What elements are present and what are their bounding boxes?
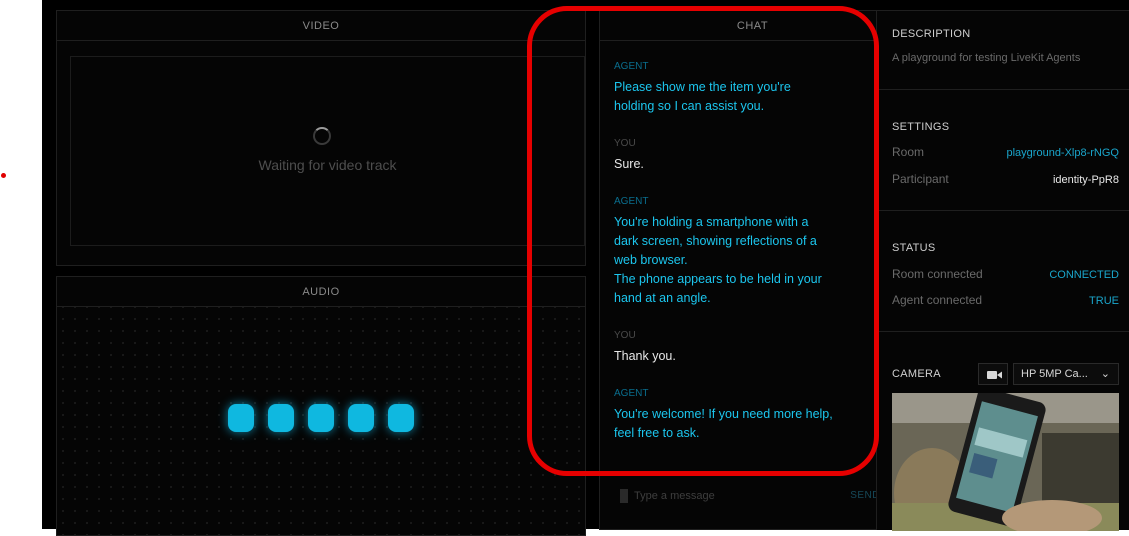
status-section: STATUS Room connected CONNECTED Agent co…	[877, 211, 1129, 332]
chat-message-line: hand at an angle.	[614, 291, 711, 305]
room-value: playground-Xlp8-rNGQ	[1006, 147, 1120, 159]
chat-message-line: holding so I can assist you.	[614, 99, 765, 113]
chat-message-line: You're welcome! If you need more help,	[614, 407, 833, 421]
chat-message-text: You're welcome! If you need more help, fe…	[614, 405, 844, 443]
chat-message-list[interactable]: AGENT Please show me the item you're holdi…	[614, 61, 844, 465]
participant-label: Participant	[892, 172, 949, 186]
chat-panel: CHAT AGENT Please show me the item you're…	[599, 10, 906, 530]
chat-message-text: You're holding a smartphone with a dark s…	[614, 213, 844, 308]
chat-message-sender: AGENT	[614, 61, 649, 72]
chat-message-line: Sure.	[614, 157, 644, 171]
settings-sidebar: DESCRIPTION A playground for testing Liv…	[876, 10, 1129, 531]
chat-message-line: Thank you.	[614, 349, 676, 363]
audio-bar	[308, 404, 334, 432]
audio-bar	[348, 404, 374, 432]
chat-message-line: web browser.	[614, 253, 688, 267]
room-connected-value: CONNECTED	[1049, 269, 1119, 281]
audio-panel: AUDIO	[56, 276, 586, 536]
camera-toggle-button[interactable]	[978, 363, 1008, 385]
chat-message-sender: YOU	[614, 330, 636, 341]
loading-spinner-icon	[313, 127, 331, 145]
chat-message: AGENT You're welcome! If you need more he…	[614, 388, 844, 443]
chat-message-text: Please show me the item you're holding so…	[614, 78, 844, 116]
chat-message-text: Thank you.	[614, 347, 844, 366]
description-section: DESCRIPTION A playground for testing Liv…	[877, 11, 1129, 90]
camera-device-label: HP 5MP Ca...	[1021, 368, 1088, 380]
description-title: DESCRIPTION	[892, 28, 971, 40]
camera-title: CAMERA	[892, 368, 941, 380]
camera-preview-image	[892, 393, 1119, 531]
playground-app: VIDEO Waiting for video track AUDIO CHAT…	[42, 0, 1129, 536]
chat-message: YOU Thank you.	[614, 330, 844, 366]
marker-dot	[1, 173, 6, 178]
room-label: Room	[892, 145, 925, 159]
chat-message-sender: AGENT	[614, 388, 649, 399]
status-title: STATUS	[892, 242, 936, 254]
settings-title: SETTINGS	[892, 121, 950, 133]
agent-connected-value: TRUE	[1089, 295, 1119, 307]
room-connected-label: Room connected	[892, 267, 983, 281]
settings-section: SETTINGS Room playground-Xlp8-rNGQ Parti…	[877, 90, 1129, 211]
chat-message-line: dark screen, showing reflections of a	[614, 234, 817, 248]
video-waiting-text: Waiting for video track	[258, 157, 397, 173]
chat-message-sender: YOU	[614, 138, 636, 149]
chat-message-line: feel free to ask.	[614, 426, 700, 440]
input-caret-icon	[620, 489, 628, 503]
description-text: A playground for testing LiveKit Agents	[892, 52, 1081, 64]
chat-message-line: You're holding a smartphone with a	[614, 215, 809, 229]
video-title: VIDEO	[57, 11, 585, 41]
video-viewport: Waiting for video track	[70, 56, 585, 246]
chat-message: AGENT Please show me the item you're holdi…	[614, 61, 844, 116]
video-camera-icon	[987, 371, 1002, 379]
chat-message: AGENT You're holding a smartphone with a d…	[614, 196, 844, 308]
agent-connected-label: Agent connected	[892, 293, 983, 307]
chat-input-row: Type a message SEND	[620, 487, 890, 507]
chat-message-sender: AGENT	[614, 196, 649, 207]
audio-bar	[388, 404, 414, 432]
video-panel: VIDEO Waiting for video track	[56, 10, 586, 266]
chat-title: CHAT	[600, 11, 905, 41]
participant-value: identity-PpR8	[1052, 174, 1119, 186]
camera-preview	[892, 393, 1119, 531]
chat-message-text: Sure.	[614, 155, 844, 174]
chat-message-line: Please show me the item you're	[614, 80, 791, 94]
chevron-down-icon: ⌄	[1100, 368, 1110, 380]
audio-title: AUDIO	[57, 277, 585, 307]
chat-message-line: The phone appears to be held in your	[614, 272, 822, 286]
chat-message: YOU Sure.	[614, 138, 844, 174]
audio-visualizer	[228, 404, 414, 432]
audio-bar	[228, 404, 254, 432]
chat-message-input[interactable]: Type a message	[634, 490, 715, 502]
camera-device-select[interactable]: HP 5MP Ca... ⌄	[1013, 363, 1119, 385]
audio-bar	[268, 404, 294, 432]
